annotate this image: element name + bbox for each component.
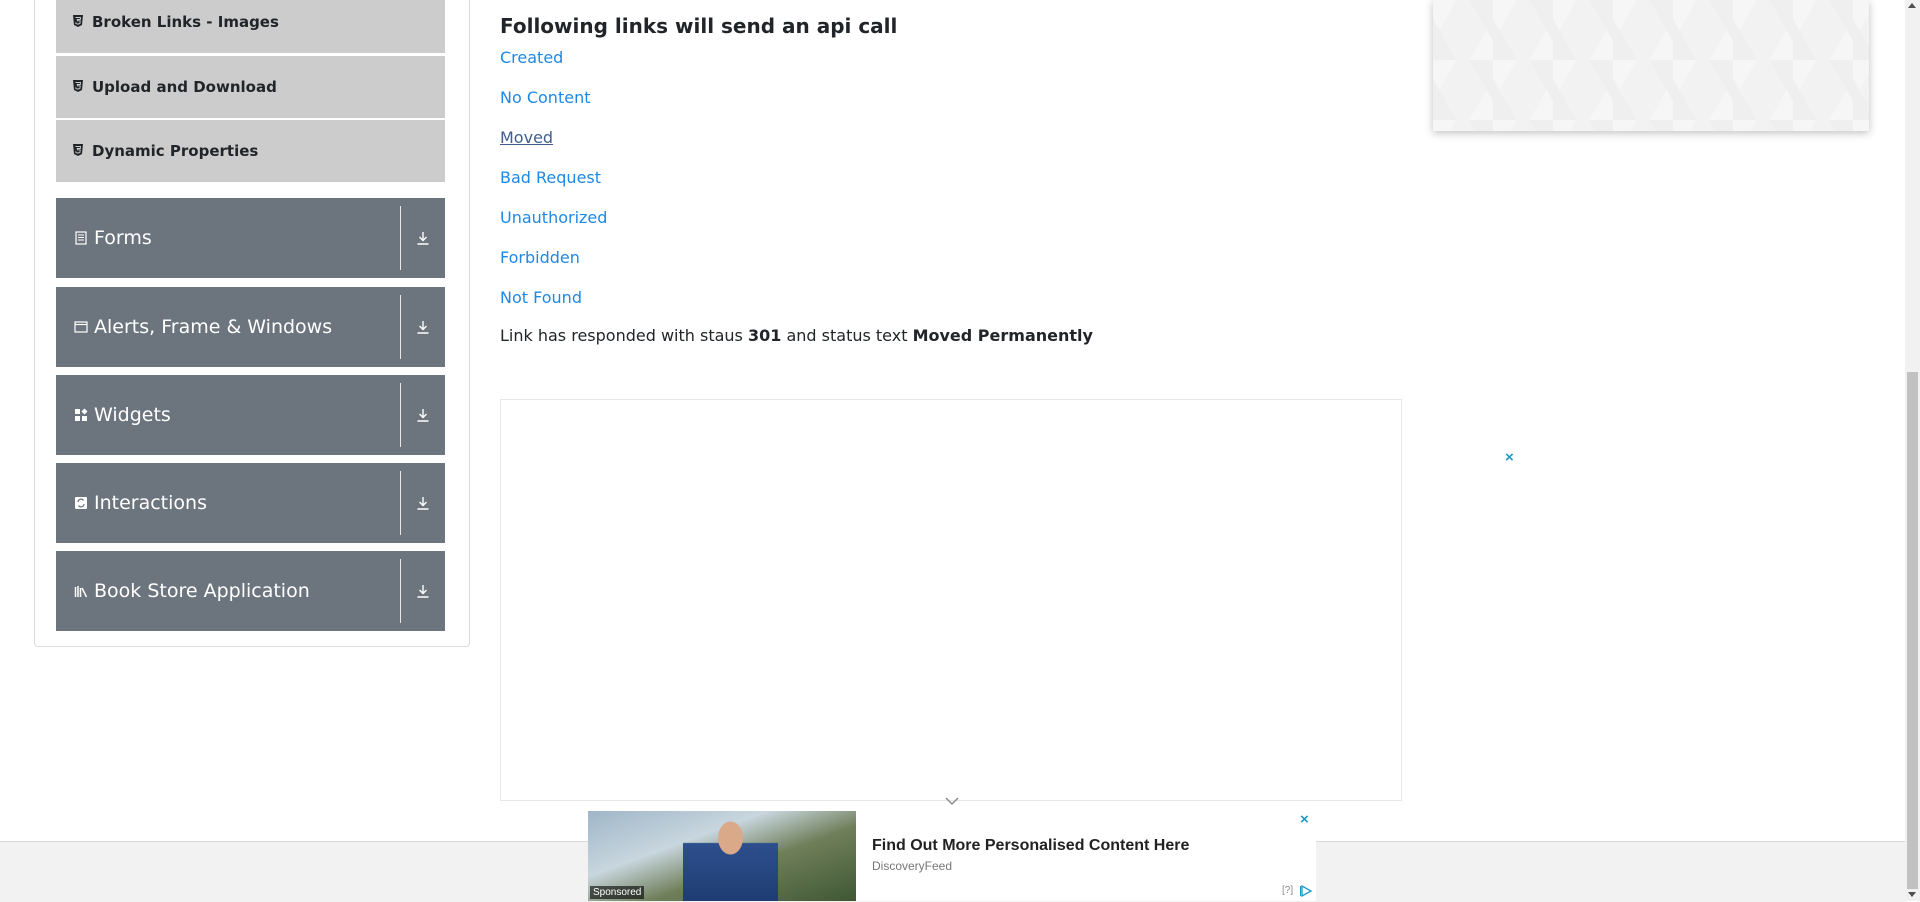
- html5-icon: [70, 14, 86, 30]
- html5-icon: [70, 143, 86, 159]
- link-response-text: Link has responded with staus 301 and st…: [500, 326, 1093, 345]
- close-icon[interactable]: ×: [1300, 811, 1309, 828]
- response-middle: and status text: [786, 326, 908, 345]
- sidebar-group-label: Alerts, Frame & Windows: [94, 316, 333, 338]
- sponsored-label: Sponsored: [590, 886, 645, 899]
- widgets-icon: [74, 408, 88, 422]
- html5-icon: [70, 79, 86, 95]
- download-icon[interactable]: [401, 584, 445, 598]
- sidebar-item-broken-links-images[interactable]: Broken Links - Images: [56, 0, 445, 53]
- sidebar-item-dynamic-properties[interactable]: Dynamic Properties: [56, 120, 445, 182]
- scrollbar-thumb[interactable]: [1907, 372, 1918, 889]
- book-store-icon: [74, 584, 88, 598]
- ad-source[interactable]: DiscoveryFeed: [872, 859, 952, 873]
- response-status-text: Moved Permanently: [912, 326, 1093, 345]
- link-bad-request[interactable]: Bad Request: [500, 168, 601, 187]
- ad-headline[interactable]: Find Out More Personalised Content Here: [872, 837, 1189, 855]
- close-icon[interactable]: ×: [1505, 449, 1514, 466]
- sidebar-group-label: Forms: [94, 227, 152, 249]
- download-icon[interactable]: [401, 231, 445, 245]
- sidebar-group-label: Book Store Application: [94, 580, 310, 602]
- link-no-content[interactable]: No Content: [500, 88, 590, 107]
- sidebar-group-label: Interactions: [94, 492, 207, 514]
- sidebar-group-label: Widgets: [94, 404, 171, 426]
- response-status-code: 301: [747, 326, 782, 345]
- sidebar-group-alerts-frame-windows[interactable]: Alerts, Frame & Windows: [56, 287, 445, 367]
- sidebar-group-widgets[interactable]: Widgets: [56, 375, 445, 455]
- top-right-ad: [1433, 0, 1869, 131]
- sidebar-item-label: Dynamic Properties: [92, 142, 259, 160]
- sidebar-item-label: Broken Links - Images: [92, 13, 279, 31]
- chevron-down-icon[interactable]: [944, 795, 960, 807]
- scroll-down-arrow-icon[interactable]: [1908, 892, 1916, 897]
- ad-image-person: [683, 811, 778, 901]
- link-forbidden[interactable]: Forbidden: [500, 248, 580, 267]
- interactions-icon: [74, 496, 88, 510]
- scrollbar[interactable]: [1905, 0, 1920, 901]
- scroll-up-arrow-icon[interactable]: [1908, 3, 1916, 8]
- download-icon[interactable]: [401, 496, 445, 510]
- link-moved[interactable]: Moved: [500, 128, 553, 147]
- window-icon: [74, 320, 88, 334]
- sidebar-group-forms[interactable]: Forms: [56, 198, 445, 278]
- ad-image[interactable]: Sponsored: [588, 811, 856, 901]
- ad-frame: [500, 399, 1402, 801]
- sidebar-item-upload-and-download[interactable]: Upload and Download: [56, 56, 445, 118]
- sidebar-group-interactions[interactable]: Interactions: [56, 463, 445, 543]
- document-icon: [74, 231, 88, 245]
- page-section-title: Following links will send an api call: [500, 14, 898, 38]
- adchoices-icon[interactable]: [1300, 885, 1314, 897]
- ad-info-link[interactable]: [?]: [1282, 885, 1293, 896]
- link-not-found[interactable]: Not Found: [500, 288, 582, 307]
- sidebar-group-book-store-application[interactable]: Book Store Application: [56, 551, 445, 631]
- sticky-ad[interactable]: Sponsored Find Out More Personalised Con…: [588, 797, 1316, 901]
- response-prefix: Link has responded with staus: [500, 326, 743, 345]
- link-created[interactable]: Created: [500, 48, 563, 67]
- sidebar-item-label: Upload and Download: [92, 78, 277, 96]
- link-unauthorized[interactable]: Unauthorized: [500, 208, 607, 227]
- download-icon[interactable]: [401, 408, 445, 422]
- download-icon[interactable]: [401, 320, 445, 334]
